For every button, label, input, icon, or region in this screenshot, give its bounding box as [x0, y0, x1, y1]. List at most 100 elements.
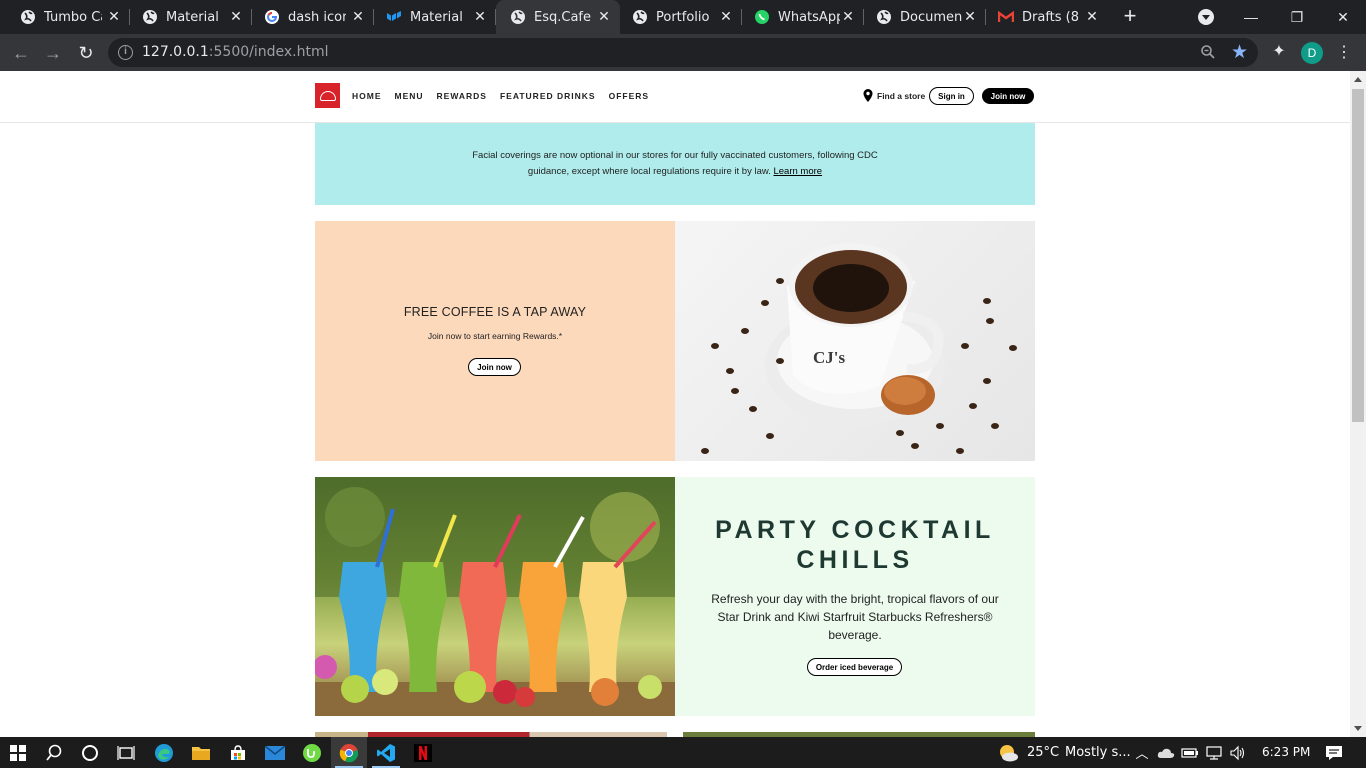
globe-icon [20, 9, 36, 25]
close-tab-icon[interactable]: ✕ [350, 9, 366, 25]
zoom-icon[interactable] [1200, 44, 1216, 60]
page-scrollbar[interactable] [1350, 71, 1366, 737]
close-tab-icon[interactable]: ✕ [472, 9, 488, 25]
upwork-icon[interactable] [294, 737, 330, 768]
task-view-icon[interactable] [108, 737, 144, 768]
weather-temperature[interactable]: 25°C [1027, 745, 1059, 760]
close-tab-icon[interactable]: ✕ [1084, 9, 1100, 25]
scroll-down-arrow-icon[interactable] [1354, 726, 1362, 731]
url-text[interactable]: 127.0.0.1:5500/index.html [142, 44, 329, 60]
browser-tab[interactable]: Document ✕ [856, 0, 986, 34]
notifications-icon[interactable] [1316, 737, 1352, 768]
browser-tab[interactable]: Tumbo Car ✕ [0, 0, 130, 34]
edge-browser-icon[interactable] [146, 737, 182, 768]
browser-tab[interactable]: Drafts (8) - ✕ [978, 0, 1108, 34]
coffee-cup-image: CJ's [675, 221, 1035, 461]
vscode-icon[interactable] [368, 737, 404, 768]
browser-tab[interactable]: dash icon r ✕ [244, 0, 374, 34]
close-tab-icon[interactable]: ✕ [228, 9, 244, 25]
join-now-button[interactable]: Join now [982, 88, 1034, 104]
profile-avatar[interactable]: D [1301, 42, 1323, 64]
tab-search-icon[interactable] [1198, 9, 1214, 25]
windows-start-icon[interactable] [0, 737, 36, 768]
browser-tab[interactable]: Portfolio D ✕ [612, 0, 742, 34]
tab-title: Document [900, 9, 962, 25]
chrome-icon[interactable] [331, 737, 367, 768]
whatsapp-icon [754, 9, 770, 25]
party-cocktail-card: PARTY COCKTAIL CHILLS Refresh your day w… [675, 477, 1035, 716]
chevron-up-icon[interactable]: ︿ [1130, 737, 1154, 768]
close-tab-icon[interactable]: ✕ [106, 9, 122, 25]
notice-text-block: Facial coverings are now optional in our… [465, 148, 885, 180]
search-icon[interactable] [36, 737, 72, 768]
bookmark-star-icon[interactable]: ★ [1231, 41, 1248, 64]
restore-button[interactable]: ❐ [1274, 0, 1320, 34]
scrollbar-thumb[interactable] [1352, 89, 1364, 422]
browser-menu-icon[interactable]: ⋮ [1336, 42, 1352, 64]
cocktail-drinks-image [315, 477, 675, 716]
forward-arrow-icon[interactable]: → [40, 40, 66, 66]
mail-icon[interactable] [257, 737, 293, 768]
globe-icon [876, 9, 892, 25]
system-clock[interactable]: 6:23 PM [1262, 745, 1310, 759]
globe-icon [142, 9, 158, 25]
tab-title: Material Ic [166, 9, 224, 25]
cocktail-illustration [315, 477, 675, 716]
tab-title: Tumbo Car [44, 9, 102, 25]
reload-icon[interactable]: ↻ [73, 40, 99, 66]
windows-taskbar: 25°C Mostly s... ︿ 6:23 PM [0, 737, 1366, 768]
tab-title: WhatsApp [778, 9, 840, 25]
browser-tab[interactable]: Material Ic ✕ [366, 0, 496, 34]
weather-condition[interactable]: Mostly s... [1065, 745, 1131, 760]
store-icon[interactable] [220, 737, 256, 768]
browser-tab-strip: Tumbo Car ✕ Material Ic ✕ dash icon r ✕ … [0, 0, 1366, 34]
window-close-button[interactable]: ✕ [1320, 0, 1366, 34]
cortana-icon[interactable] [72, 737, 108, 768]
promo-title: FREE COFFEE IS A TAP AWAY [403, 305, 587, 319]
nav-menu[interactable]: MENU [395, 91, 424, 101]
extensions-icon[interactable]: ✦ [1270, 43, 1288, 61]
file-explorer-icon[interactable] [183, 737, 219, 768]
new-tab-button[interactable]: + [1120, 5, 1140, 27]
address-bar[interactable]: i 127.0.0.1:5500/index.html ★ [108, 38, 1258, 67]
coffee-illustration: CJ's [701, 243, 1017, 454]
close-tab-icon[interactable]: ✕ [718, 9, 734, 25]
browser-tab-active[interactable]: Esq.Cafe ✕ [496, 0, 620, 34]
close-tab-icon[interactable]: ✕ [962, 9, 978, 25]
site-logo[interactable] [315, 83, 340, 108]
site-info-icon[interactable]: i [118, 45, 133, 60]
order-iced-beverage-button[interactable]: Order iced beverage [807, 658, 902, 676]
find-store-label: Find a store [877, 90, 926, 101]
party-description: Refresh your day with the bright, tropic… [711, 592, 999, 642]
tab-title: Drafts (8) - [1022, 9, 1080, 25]
find-store-link[interactable]: Find a store [863, 89, 925, 102]
battery-icon[interactable] [1178, 737, 1202, 768]
browser-tab[interactable]: WhatsApp ✕ [734, 0, 864, 34]
tab-title: dash icon r [288, 9, 346, 25]
promo-join-button[interactable]: Join now [468, 358, 521, 376]
nav-offers[interactable]: OFFERS [609, 91, 649, 101]
back-arrow-icon[interactable]: ← [8, 40, 34, 66]
network-icon[interactable] [1202, 737, 1226, 768]
browser-tab[interactable]: Material Ic ✕ [122, 0, 252, 34]
minimize-button[interactable]: — [1228, 0, 1274, 34]
rewards-promo-card: FREE COFFEE IS A TAP AWAY Join now to st… [315, 221, 675, 461]
page-viewport: HOME MENU REWARDS FEATURED DRINKS OFFERS… [0, 71, 1350, 737]
volume-icon[interactable] [1226, 737, 1250, 768]
netflix-icon[interactable] [405, 737, 441, 768]
gmail-icon [998, 9, 1014, 25]
globe-icon [632, 9, 648, 25]
tab-title: Esq.Cafe [534, 9, 591, 25]
close-tab-icon[interactable]: ✕ [596, 9, 612, 25]
weather-icon[interactable] [990, 737, 1026, 768]
sign-in-button[interactable]: Sign in [929, 87, 974, 105]
nav-home[interactable]: HOME [352, 91, 382, 101]
learn-more-link[interactable]: Learn more [773, 166, 822, 177]
main-nav: HOME MENU REWARDS FEATURED DRINKS OFFERS [352, 91, 649, 101]
onedrive-cloud-icon[interactable] [1154, 737, 1178, 768]
nav-featured-drinks[interactable]: FEATURED DRINKS [500, 91, 596, 101]
scroll-up-arrow-icon[interactable] [1354, 77, 1362, 82]
close-tab-icon[interactable]: ✕ [840, 9, 856, 25]
google-icon [264, 9, 280, 25]
nav-rewards[interactable]: REWARDS [437, 91, 487, 101]
